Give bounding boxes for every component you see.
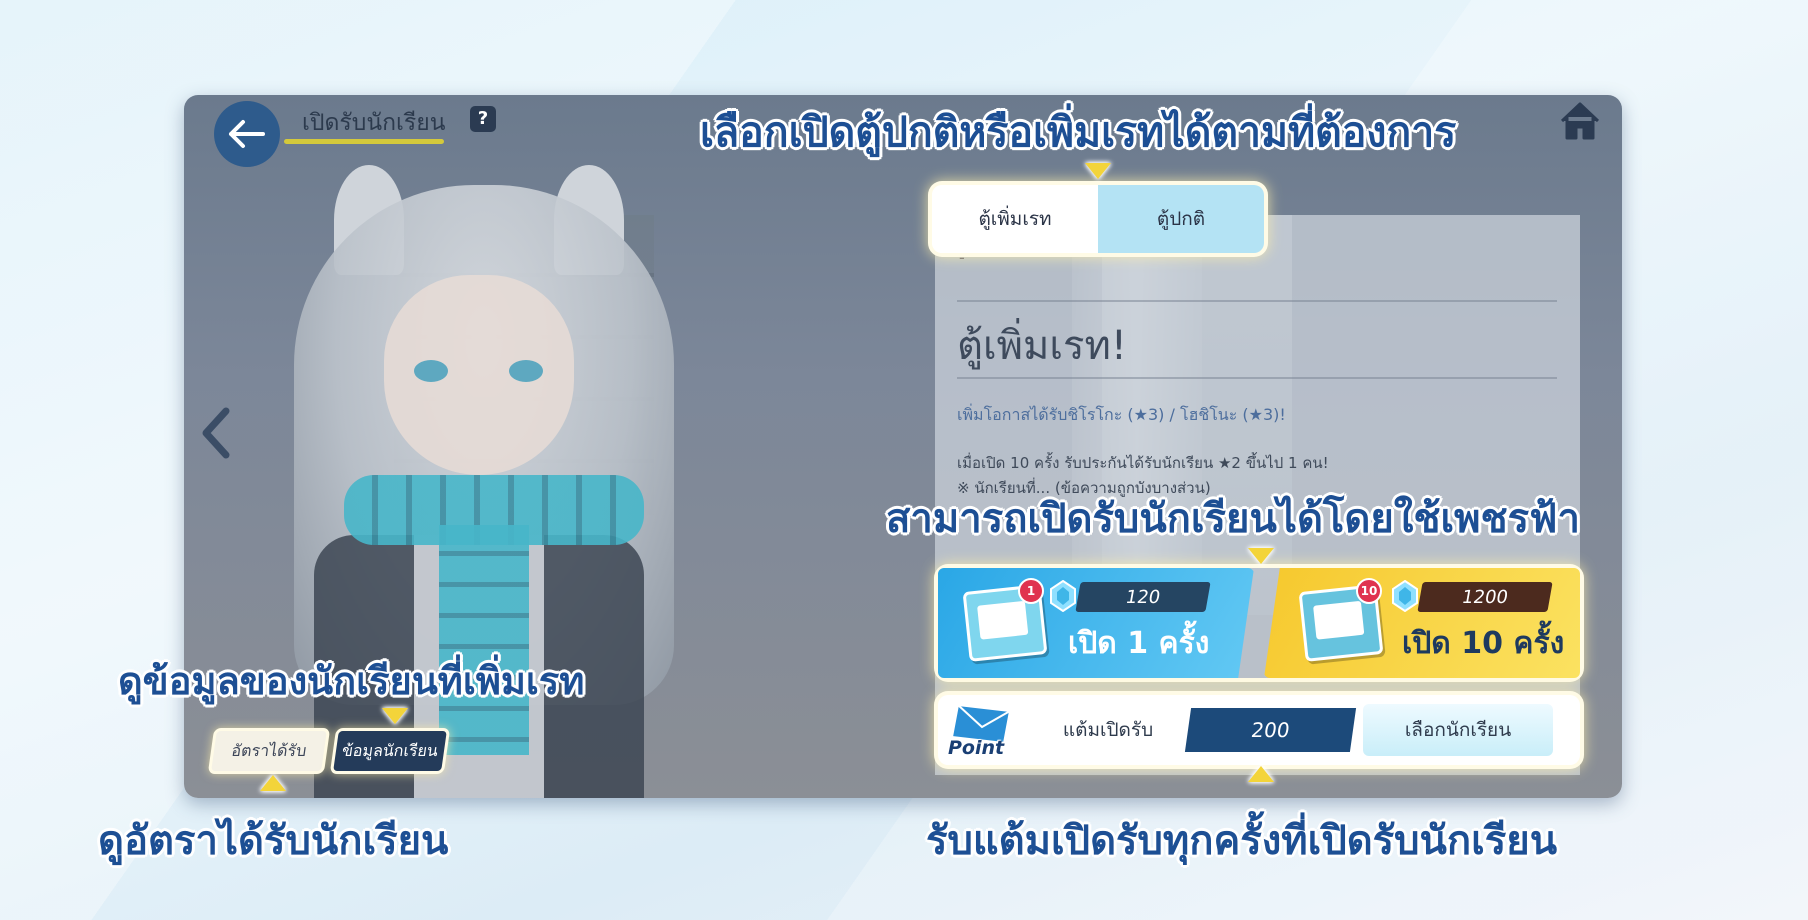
select-student-button[interactable]: เลือกนักเรียน [1363, 704, 1553, 756]
recruitment-points-bar: Point แต้มเปิดรับ 200 เลือกนักเรียน [938, 695, 1580, 765]
callout-arrow [1248, 766, 1274, 782]
mail-flap [977, 600, 1029, 640]
pull-count-badge: 1 [1018, 578, 1044, 604]
pull-1-cost: 120 [1075, 582, 1211, 612]
help-icon[interactable]: ? [470, 106, 496, 132]
callout-points: รับแต้มเปิดรับทุกครั้งที่เปิดรับนักเรียน [926, 818, 1558, 864]
callout-arrow [382, 708, 408, 724]
banner-tabs: ตู้เพิ่มเรท ตู้ปกติ [932, 185, 1264, 253]
tab-normal[interactable]: ตู้ปกติ [1098, 185, 1264, 253]
guarantee-line: เมื่อเปิด 10 ครั้ง รับประกันได้รับนักเรี… [957, 454, 1329, 472]
pyroxene-gem-icon [1392, 580, 1418, 612]
points-value: 200 [1184, 708, 1357, 752]
pull-buttons: 1 120 เปิด 1 ครั้ง 10 1200 เปิด 10 ครั้ง [938, 568, 1580, 678]
left-chevron-icon[interactable] [198, 405, 234, 461]
pull-10-cost: 1200 [1417, 582, 1553, 612]
points-label: แต้มเปิดรับ [1062, 719, 1154, 741]
rate-up-line: เพิ่มโอกาสได้รับชิโรโกะ (★3) / โฮชิโนะ (… [957, 405, 1286, 424]
home-icon[interactable] [1558, 99, 1602, 143]
screen-title: เปิดรับนักเรียน [302, 110, 446, 136]
back-button[interactable] [214, 101, 280, 167]
character-face [384, 275, 574, 475]
character-scarf-tail [439, 525, 529, 755]
tab-rate-up[interactable]: ตู้เพิ่มเรท [932, 185, 1098, 253]
callout-student-info: ดูข้อมูลของนักเรียนที่เพิ่มเรท [118, 659, 585, 703]
rates-button[interactable]: อัตราได้รับ [211, 731, 327, 771]
banner-headline: ตู้เพิ่มเรท! [957, 323, 1127, 369]
pyroxene-gem-icon [1050, 580, 1076, 612]
character-eye [509, 360, 543, 382]
character-eye [414, 360, 448, 382]
callout-arrow [1248, 548, 1274, 564]
callout-tabs: เลือกเปิดตู้ปกติหรือเพิ่มเรทได้ตามที่ต้อ… [700, 108, 1457, 156]
pull-1-label: เปิด 1 ครั้ง [1068, 626, 1210, 661]
callout-pyroxene: สามารถเปิดรับนักเรียนได้โดยใช้เพชรฟ้า [886, 496, 1580, 542]
callout-arrow [1085, 163, 1111, 179]
callout-arrow [260, 775, 286, 791]
pull-10-label: เปิด 10 ครั้ง [1402, 626, 1565, 661]
title-underline [284, 139, 444, 144]
student-info-button[interactable]: ข้อมูลนักเรียน [333, 731, 447, 771]
point-logo-text: Point [948, 737, 1005, 759]
callout-rates: ดูอัตราได้รับนักเรียน [98, 818, 449, 864]
pull-10-button[interactable]: 10 1200 เปิด 10 ครั้ง [1264, 568, 1580, 678]
divider [957, 377, 1557, 379]
divider [957, 300, 1557, 302]
pull-count-badge: 10 [1356, 578, 1382, 604]
pull-1-button[interactable]: 1 120 เปิด 1 ครั้ง [938, 568, 1254, 678]
point-envelope-icon: Point [938, 695, 1028, 765]
back-arrow-icon [229, 120, 265, 148]
mail-flap [1313, 600, 1365, 640]
